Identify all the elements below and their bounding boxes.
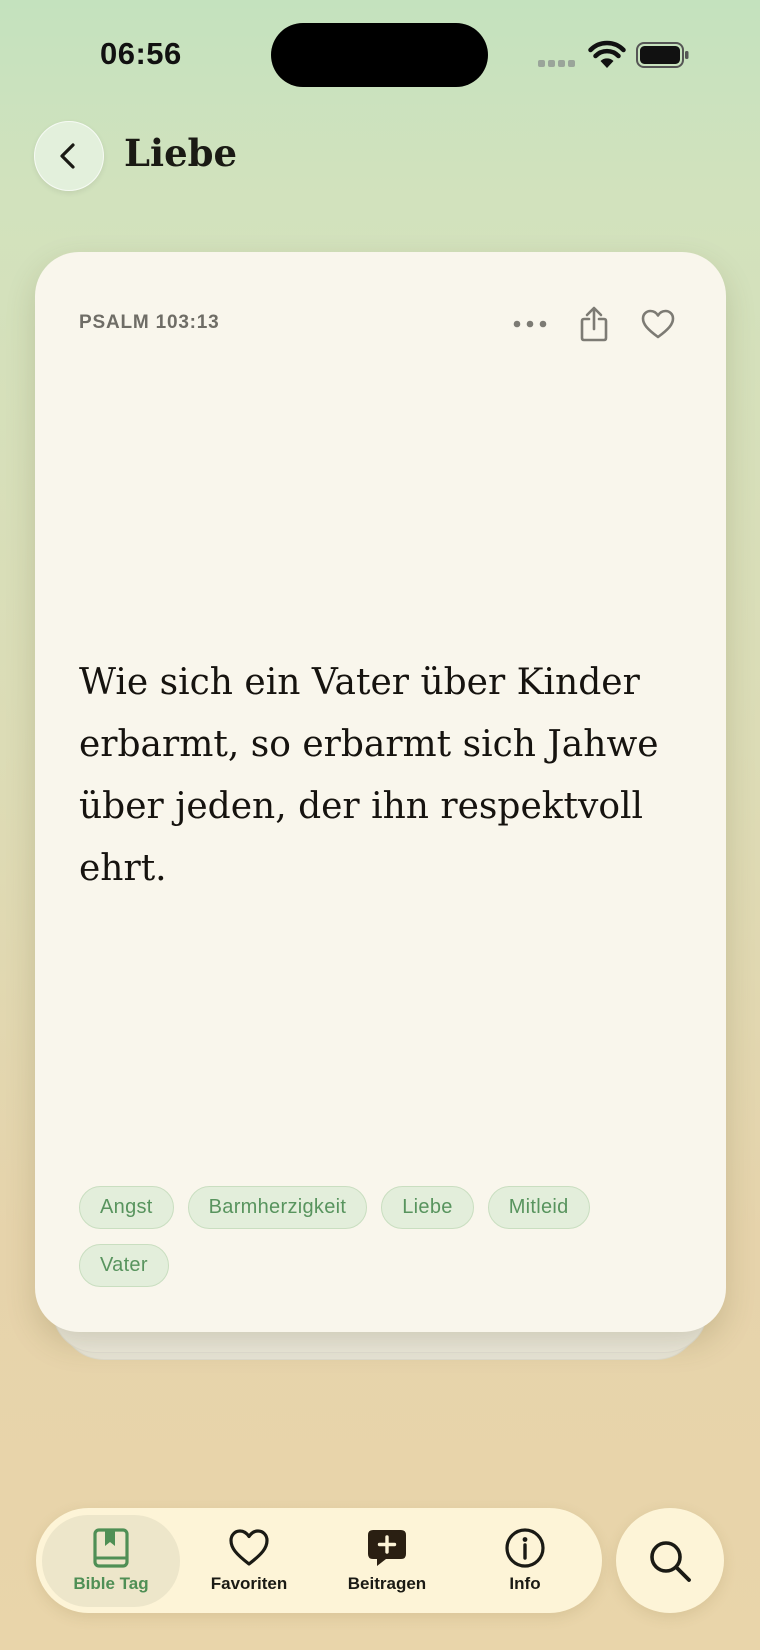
- tag-chip[interactable]: Liebe: [381, 1186, 474, 1229]
- verse-reference: PSALM 103:13: [79, 312, 220, 333]
- back-button[interactable]: [34, 121, 104, 191]
- plus-bubble-icon: [368, 1530, 406, 1566]
- verse-card[interactable]: PSALM 103:13 Wie sich ein Vater über Kin…: [35, 252, 726, 1332]
- heart-icon: [641, 309, 675, 339]
- tag-chip[interactable]: Mitleid: [487, 1186, 590, 1229]
- search-icon: [650, 1540, 691, 1582]
- battery-icon: [636, 42, 689, 68]
- info-icon: [505, 1528, 545, 1568]
- share-button[interactable]: [576, 304, 612, 344]
- tab-label: Info: [509, 1574, 541, 1593]
- more-button[interactable]: [512, 304, 548, 344]
- tab-beitragen[interactable]: Beitragen: [318, 1515, 456, 1607]
- tab-info[interactable]: Info: [456, 1515, 594, 1607]
- tab-bible-tag[interactable]: Bible Tag: [42, 1514, 180, 1607]
- tag-list: Angst Barmherzigkeit Liebe Mitleid Vater: [79, 1186, 679, 1287]
- tab-label: Bible Tag: [73, 1574, 149, 1593]
- tag-chip[interactable]: Vater: [79, 1244, 169, 1287]
- tab-favoriten[interactable]: Favoriten: [180, 1515, 318, 1607]
- page-title: Liebe: [124, 131, 238, 175]
- wifi-icon: [588, 40, 626, 68]
- tab-label: Beitragen: [347, 1574, 427, 1593]
- heart-icon: [229, 1529, 269, 1566]
- verse-text: Wie sich ein Vater über Kinder erbarmt, …: [79, 662, 659, 889]
- tag-chip[interactable]: Angst: [79, 1186, 174, 1229]
- cellular-signal-icon: [538, 60, 575, 67]
- dynamic-island: [271, 23, 488, 87]
- share-icon: [580, 306, 608, 342]
- tab-label: Favoriten: [210, 1574, 288, 1593]
- card-actions: [512, 304, 676, 344]
- chevron-left-icon: [60, 143, 75, 169]
- more-icon: [513, 320, 547, 328]
- favorite-button[interactable]: [640, 304, 676, 344]
- status-time: 06:56: [100, 36, 182, 71]
- tag-chip[interactable]: Barmherzigkeit: [187, 1186, 368, 1229]
- tab-bar: Bible Tag Favoriten Beitragen Info: [36, 1508, 602, 1613]
- bookmark-book-icon: [93, 1528, 129, 1568]
- search-button[interactable]: [616, 1508, 724, 1613]
